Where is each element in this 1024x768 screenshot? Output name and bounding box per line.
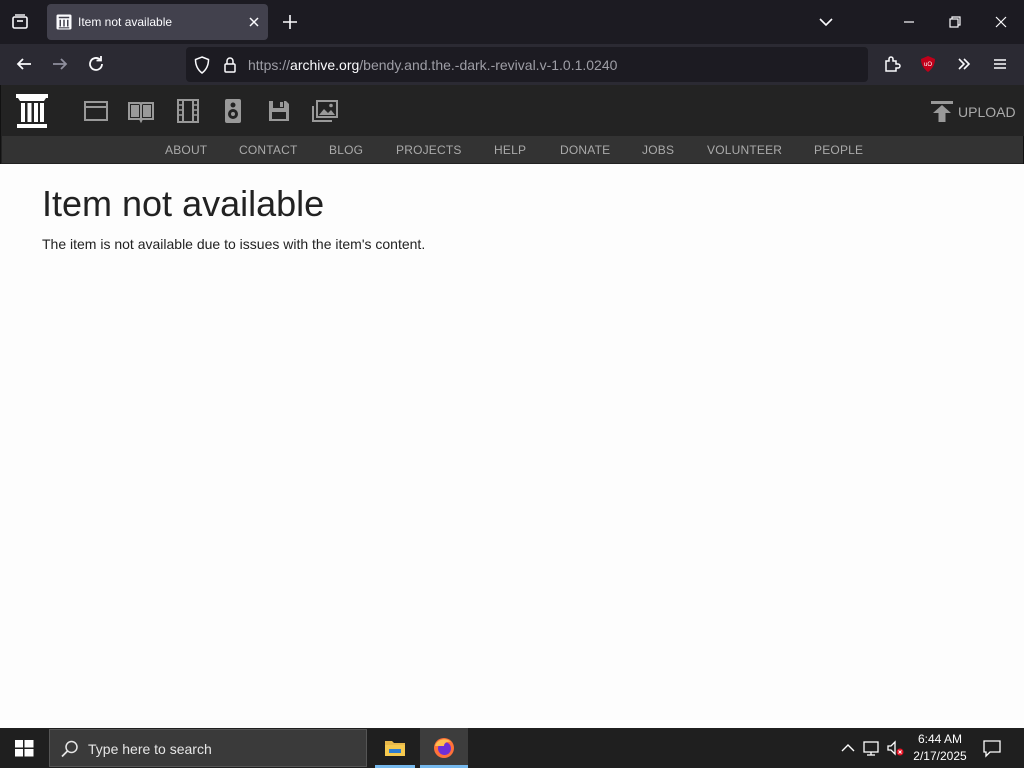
archive-nav-bar: ABOUT CONTACT BLOG PROJECTS HELP DONATE … [2,136,1023,163]
upload-label: UPLOAD [958,104,1016,120]
lock-icon[interactable] [218,53,242,77]
web-icon[interactable] [82,98,110,124]
nav-jobs[interactable]: JOBS [642,143,674,157]
notifications-icon[interactable] [980,736,1004,760]
url-scheme: https:// [248,57,291,73]
search-icon [58,737,82,761]
new-tab-icon[interactable] [278,10,302,34]
tab-title: Item not available [78,15,173,29]
svg-text:uO: uO [924,62,932,68]
back-icon[interactable] [12,52,36,76]
archive-logo-icon[interactable] [14,92,50,130]
folder-icon [383,736,407,760]
url-path: /bendy.and.the.-dark.-revival.v-1.0.1.02… [359,57,618,73]
list-all-tabs-icon[interactable] [814,10,838,34]
clock-time[interactable]: 6:44 AM [914,732,966,746]
taskbar-search-box[interactable]: Type here to search [49,729,367,767]
minimize-icon[interactable] [897,10,921,34]
archive-top-bar: UPLOAD [1,85,1024,136]
taskbar: Type here to search 6:44 AM 2/17/2025 [0,728,1024,768]
images-icon[interactable] [311,98,339,124]
upload-icon [929,99,955,123]
nav-contact[interactable]: CONTACT [239,143,298,157]
close-tab-icon[interactable] [242,10,266,34]
nav-projects[interactable]: PROJECTS [396,143,462,157]
nav-donate[interactable]: DONATE [560,143,610,157]
close-window-icon[interactable] [989,10,1013,34]
nav-people[interactable]: PEOPLE [814,143,863,157]
tab-manager-icon[interactable] [8,10,32,34]
archive-favicon-icon [55,13,73,31]
nav-about[interactable]: ABOUT [165,143,207,157]
texts-icon[interactable] [127,98,155,124]
address-bar[interactable]: https://archive.org/bendy.and.the.-dark.… [186,47,868,82]
page-title: Item not available [42,183,325,224]
tracking-protection-shield-icon[interactable] [190,53,214,77]
nav-volunteer[interactable]: VOLUNTEER [707,143,782,157]
browser-tab-bar: Item not available [0,0,1024,44]
unavailable-message: The item is not available due to issues … [42,236,426,252]
url-host: archive.org [290,57,360,73]
volume-muted-icon[interactable] [884,736,908,760]
show-hidden-icons-icon[interactable] [836,736,860,760]
ublock-origin-icon[interactable]: uO [916,52,940,76]
windows-start-icon[interactable] [12,736,36,760]
url-text[interactable]: https://archive.org/bendy.and.the.-dark.… [248,57,617,73]
restore-icon[interactable] [943,10,967,34]
video-icon[interactable] [174,98,202,124]
software-icon[interactable] [265,98,293,124]
reload-icon[interactable] [84,52,108,76]
nav-blog[interactable]: BLOG [329,143,363,157]
file-explorer-taskbar-button[interactable] [375,728,415,768]
network-icon[interactable] [860,736,884,760]
firefox-taskbar-button[interactable] [420,728,468,768]
tab-item-not-available[interactable]: Item not available [47,4,268,40]
nav-help[interactable]: HELP [494,143,526,157]
archive-header: UPLOAD ABOUT CONTACT BLOG PROJECTS HELP … [0,85,1024,164]
clock-date[interactable]: 2/17/2025 [910,749,970,763]
search-placeholder: Type here to search [88,741,212,757]
forward-icon[interactable] [48,52,72,76]
app-menu-icon[interactable] [988,52,1012,76]
extensions-icon[interactable] [880,52,904,76]
firefox-icon [432,736,456,760]
more-tools-icon[interactable] [952,52,976,76]
audio-icon[interactable] [219,98,247,124]
